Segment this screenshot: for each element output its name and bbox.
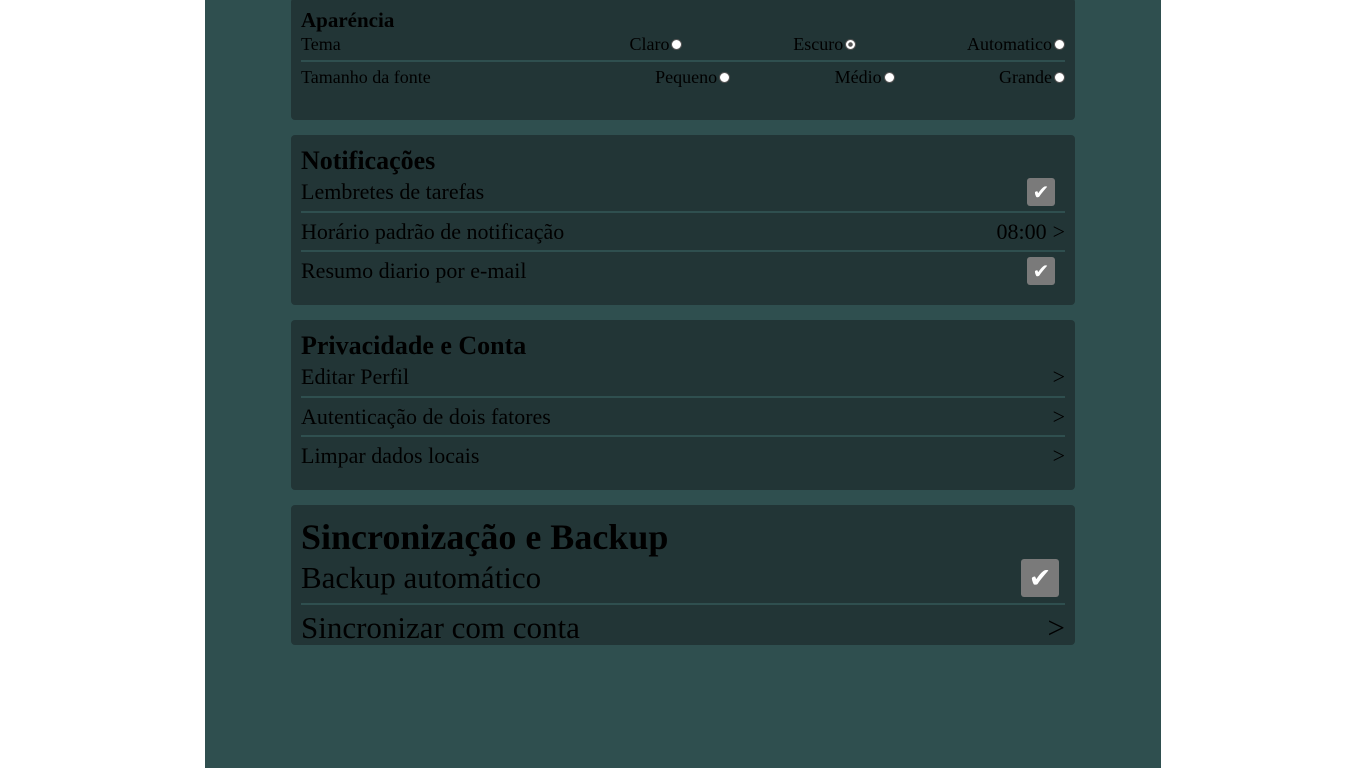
clear-local-data-label: Limpar dados locais [301, 442, 480, 468]
privacy-section: Privacidade e Conta Editar Perfil > Aute… [291, 320, 1075, 490]
font-size-label: Tamanho da fonte [301, 66, 431, 87]
auto-backup-row: Backup automático ✔ [301, 557, 1065, 599]
clear-local-data-row[interactable]: Limpar dados locais > [301, 437, 1065, 474]
two-factor-label: Autenticação de dois fatores [301, 403, 551, 429]
font-option-pequeno[interactable]: Pequeno [655, 66, 731, 88]
checkmark-icon: ✔ [1032, 180, 1050, 204]
theme-option-escuro-label: Escuro [793, 33, 844, 54]
theme-option-escuro[interactable]: Escuro [793, 33, 857, 55]
checkmark-icon: ✔ [1028, 562, 1052, 594]
sync-account-label: Sincronizar com conta [301, 610, 580, 645]
font-option-medio-label: Médio [834, 66, 882, 87]
sync-section: Sincronização e Backup Backup automático… [291, 505, 1075, 645]
default-time-row[interactable]: Horário padrão de notificação 08:00 > [301, 213, 1065, 250]
task-reminders-label: Lembretes de tarefas [301, 179, 485, 204]
font-option-grande[interactable]: Grande [999, 67, 1065, 88]
font-size-row: Tamanho da fonte Pequeno Médio Grande [301, 62, 1065, 92]
two-factor-row[interactable]: Autenticação de dois fatores > [301, 398, 1065, 435]
chevron-right-icon: > [1052, 218, 1065, 244]
font-option-grande-label: Grande [999, 66, 1052, 87]
theme-option-automatico-label: Automatico [967, 33, 1052, 54]
auto-backup-checkbox[interactable]: ✔ [1021, 559, 1059, 597]
sync-title: Sincronização e Backup [301, 517, 669, 557]
chevron-right-icon: > [1052, 442, 1065, 468]
appearance-section: Aparéncia Tema Claro Escuro Automatico T… [291, 0, 1075, 120]
chevron-right-icon: > [1052, 403, 1065, 429]
font-option-medio[interactable]: Médio [835, 67, 895, 88]
font-grande-radio[interactable] [1054, 71, 1065, 83]
daily-summary-label: Resumo diario por e-mail [301, 257, 527, 283]
task-reminders-checkbox[interactable]: ✔ [1027, 178, 1055, 206]
daily-summary-checkbox[interactable]: ✔ [1027, 256, 1055, 285]
notifications-section: Notificações Lembretes de tarefas ✔ Horá… [291, 135, 1075, 305]
chevron-right-icon: > [1047, 610, 1065, 645]
sync-account-row[interactable]: Sincronizar com conta > [301, 605, 1065, 651]
auto-backup-label: Backup automático [301, 560, 542, 595]
chevron-right-icon: > [1052, 364, 1065, 389]
appearance-title: Aparéncia [301, 8, 395, 32]
default-time-label: Horário padrão de notificação [301, 218, 565, 244]
task-reminders-row: Lembretes de tarefas ✔ [301, 176, 1065, 208]
theme-label: Tema [301, 33, 341, 54]
privacy-title: Privacidade e Conta [301, 331, 527, 360]
theme-option-claro-label: Claro [629, 33, 670, 54]
theme-option-automatico[interactable]: Automatico [967, 34, 1065, 55]
default-time-value-group[interactable]: 08:00 > [996, 219, 1065, 245]
theme-option-claro[interactable]: Claro [629, 33, 683, 55]
font-medio-radio[interactable] [883, 71, 895, 83]
edit-profile-label: Editar Perfil [301, 364, 410, 389]
edit-profile-row[interactable]: Editar Perfil > [301, 361, 1065, 393]
font-pequeno-radio[interactable] [719, 71, 731, 83]
theme-claro-radio[interactable] [671, 38, 683, 50]
notifications-title: Notificações [301, 146, 436, 175]
default-time-value: 08:00 [996, 218, 1047, 244]
theme-escuro-radio[interactable] [845, 38, 857, 50]
checkmark-icon: ✔ [1032, 258, 1050, 283]
daily-summary-row: Resumo diario por e-mail ✔ [301, 252, 1065, 289]
font-option-pequeno-label: Pequeno [655, 66, 718, 87]
theme-automatico-radio[interactable] [1053, 38, 1065, 50]
theme-row: Tema Claro Escuro Automatico [301, 32, 1065, 56]
settings-page: Aparéncia Tema Claro Escuro Automatico T… [205, 0, 1161, 768]
